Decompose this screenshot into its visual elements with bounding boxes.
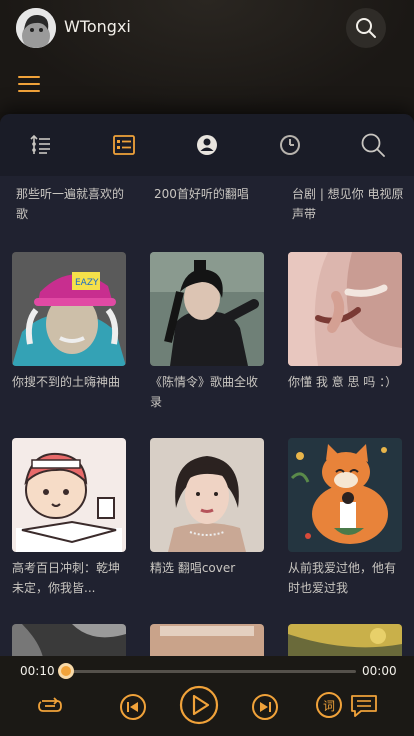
playlist-title[interactable]: 高考百日冲刺：乾坤未定，你我皆... [12, 558, 128, 598]
username[interactable]: WTongxi [64, 17, 131, 36]
previous-button[interactable] [118, 692, 148, 722]
progress-track[interactable] [62, 670, 356, 673]
loop-icon [38, 697, 62, 712]
tab-sort[interactable] [21, 125, 61, 165]
cartoon-study-cover[interactable] [12, 438, 126, 552]
current-time: 00:10 [20, 664, 55, 678]
avatar-icon [16, 8, 56, 48]
playlist-title[interactable]: 精选 翻唱cover [150, 558, 266, 578]
smoking-hand-cover[interactable] [288, 252, 402, 366]
playlist-panel: 那些听一遍就喜欢的歌 200首好听的翻唱 台剧 | 想见你 电视原声带 EAZY [0, 114, 414, 662]
svg-text:EAZY: EAZY [75, 278, 99, 288]
lyrics-button[interactable]: 词 [316, 692, 342, 718]
progress-thumb[interactable] [58, 663, 74, 679]
drama-actor-cover[interactable] [150, 252, 264, 366]
tab-playlist[interactable] [104, 125, 144, 165]
search-icon [361, 133, 385, 157]
top-bar: WTongxi [0, 0, 414, 112]
playlist-card[interactable]: 从前我爱过他，他有时也爱过我 [288, 438, 404, 598]
sort-list-icon [30, 134, 51, 154]
play-button[interactable] [178, 684, 220, 726]
playlist-queue-button[interactable] [348, 692, 380, 720]
playlist-card[interactable]: EAZY 你搜不到的土嗨神曲 [12, 252, 128, 392]
tab-search[interactable] [353, 125, 393, 165]
einstein-cap-cover[interactable]: EAZY [12, 252, 126, 366]
skip-previous-icon [120, 694, 146, 720]
playlist-card[interactable]: 你懂 我 意 思 吗 ：） [288, 252, 404, 392]
playlist-title[interactable]: 你搜不到的土嗨神曲 [12, 372, 128, 392]
playlist-title[interactable]: 200首好听的翻唱 [154, 184, 270, 204]
playlist-card[interactable]: 高考百日冲刺：乾坤未定，你我皆... [12, 438, 128, 598]
tab-user[interactable] [187, 125, 227, 165]
playlist-card[interactable]: 《陈情令》歌曲全收录 [150, 252, 266, 412]
tab-bar [0, 114, 414, 176]
playlist-grid: 那些听一遍就喜欢的歌 200首好听的翻唱 台剧 | 想见你 电视原声带 EAZY [0, 176, 414, 662]
orange-cat-cover[interactable] [288, 438, 402, 552]
playlist-card[interactable]: 精选 翻唱cover [150, 438, 266, 578]
search-button[interactable] [346, 8, 386, 48]
playlist-title[interactable]: 台剧 | 想见你 电视原声带 [292, 184, 408, 224]
tab-history[interactable] [270, 125, 310, 165]
avatar[interactable] [16, 8, 56, 48]
playlist-title[interactable]: 从前我爱过他，他有时也爱过我 [288, 558, 404, 598]
playlist-title[interactable]: 你懂 我 意 思 吗 ：） [288, 372, 404, 392]
playlist-title[interactable]: 那些听一遍就喜欢的歌 [16, 184, 132, 224]
search-icon [356, 18, 376, 38]
playlist-title[interactable]: 《陈情令》歌曲全收录 [150, 372, 266, 412]
user-circle-icon [196, 135, 217, 155]
skip-next-icon [252, 694, 278, 720]
hamburger-menu-icon[interactable] [18, 76, 40, 92]
play-icon [179, 685, 219, 725]
girl-portrait-cover[interactable] [150, 438, 264, 552]
player-bar: 00:10 00:00 词 [0, 656, 414, 736]
next-button[interactable] [250, 692, 280, 722]
loop-mode-button[interactable] [36, 694, 64, 718]
comment-queue-icon [351, 695, 377, 717]
playlist-card-icon [113, 135, 136, 155]
clock-history-icon [279, 135, 300, 155]
total-time: 00:00 [362, 664, 397, 678]
